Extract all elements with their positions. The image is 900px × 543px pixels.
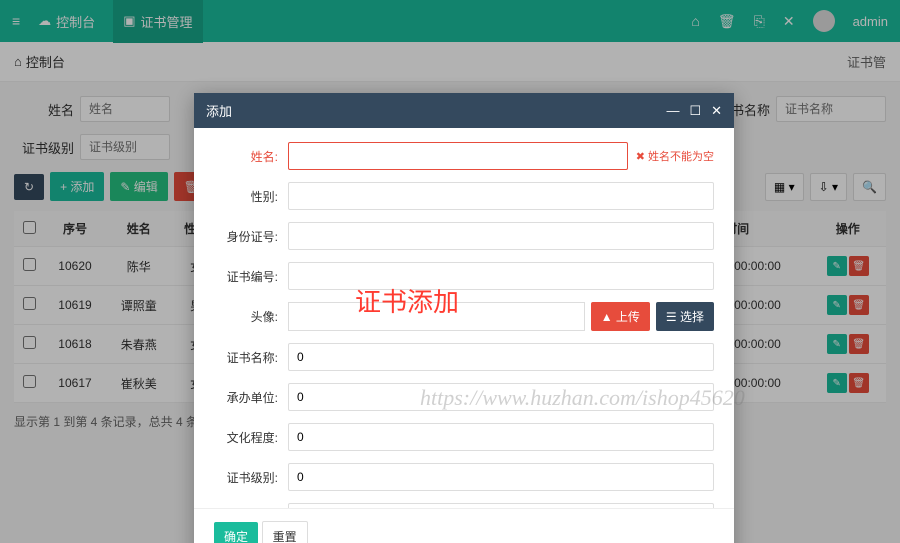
field-org-input[interactable]: [288, 383, 714, 411]
confirm-button[interactable]: 确定: [214, 522, 258, 543]
modal-title: 添加: [206, 101, 232, 120]
field-name-input[interactable]: [288, 142, 628, 170]
field-level-input[interactable]: [288, 463, 714, 491]
field-certno-label: 证书编号:: [214, 268, 288, 285]
field-level-label: 证书级别:: [214, 469, 288, 486]
field-gender-label: 性别:: [214, 188, 288, 205]
field-gender-input[interactable]: [288, 182, 714, 210]
select-button[interactable]: ☰ 选择: [656, 302, 714, 331]
field-idcard-input[interactable]: [288, 222, 714, 250]
field-avatar-input[interactable]: [288, 302, 585, 331]
field-idcard-label: 身份证号:: [214, 228, 288, 245]
minimize-icon[interactable]: —: [666, 103, 679, 119]
field-traintime-input[interactable]: [288, 503, 714, 508]
field-edu-label: 文化程度:: [214, 429, 288, 446]
reset-button[interactable]: 重置: [262, 521, 308, 543]
upload-button[interactable]: ▲ 上传: [591, 302, 650, 331]
close-icon[interactable]: ✕: [711, 103, 722, 119]
field-org-label: 承办单位:: [214, 389, 288, 406]
maximize-icon[interactable]: ☐: [689, 103, 701, 119]
field-edu-input[interactable]: [288, 423, 714, 451]
field-name-label: 姓名:: [214, 148, 288, 165]
field-certname-label: 证书名称:: [214, 349, 288, 366]
add-modal: 添加 — ☐ ✕ 姓名: ✖ 姓名不能为空 性别: 身份证号: 证书编号: 头像…: [194, 93, 734, 543]
field-avatar-label: 头像:: [214, 308, 288, 325]
field-certno-input[interactable]: [288, 262, 714, 290]
modal-header: 添加 — ☐ ✕: [194, 93, 734, 128]
field-name-error: ✖ 姓名不能为空: [636, 148, 714, 164]
field-certname-input[interactable]: [288, 343, 714, 371]
